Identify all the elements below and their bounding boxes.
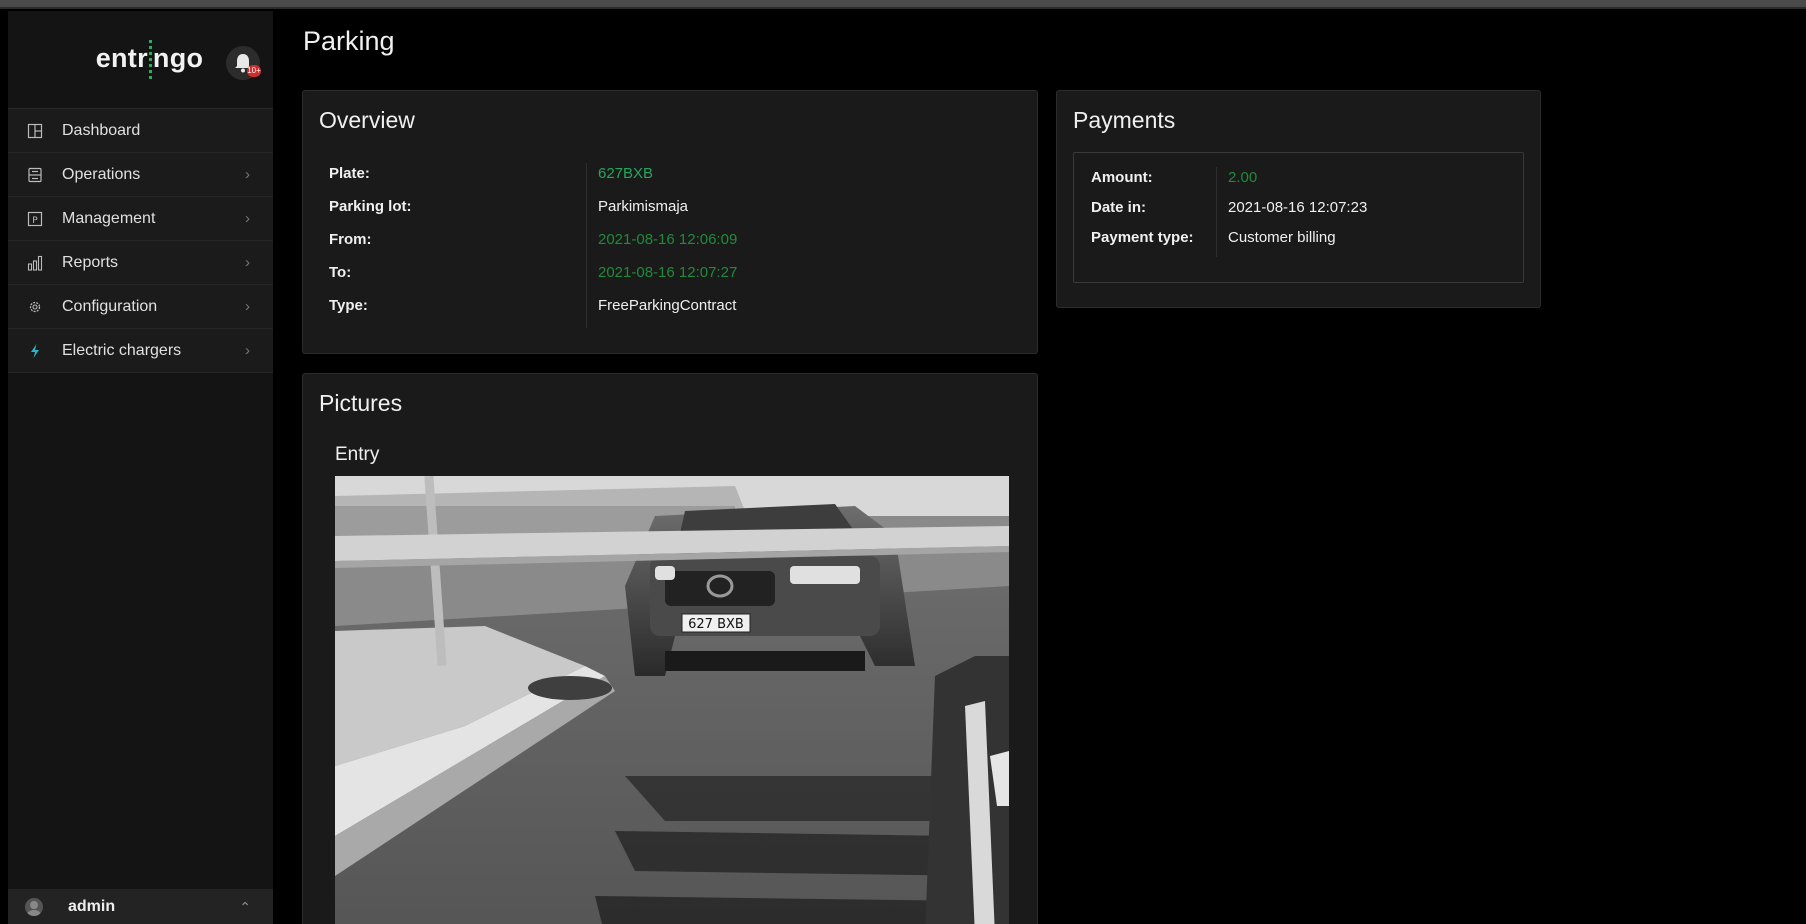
detail-key: Plate: (329, 165, 370, 182)
entry-camera-image[interactable]: 627 BXB (335, 476, 1009, 924)
plate-value: 627BXB (586, 163, 653, 196)
detail-key: Date in: (1091, 199, 1147, 216)
detail-key: Payment type: (1091, 229, 1194, 246)
photo-plate-text: 627 BXB (688, 617, 744, 632)
overview-title: Overview (319, 107, 415, 133)
notification-count-badge: 10+ (247, 65, 261, 77)
overview-row-plate: Plate: 627BXB (329, 163, 737, 196)
brand-header: entr ngo 10+ (8, 11, 273, 109)
date-in-value: 2021-08-16 12:07:23 (1216, 197, 1367, 227)
detail-key: Amount: (1091, 169, 1153, 186)
detail-key: Type: (329, 297, 368, 314)
user-menu[interactable]: admin ⌃ (8, 889, 273, 924)
sidebar-item-label: Electric chargers (62, 341, 182, 359)
notifications-button[interactable]: 10+ (226, 46, 261, 80)
overview-row-from: From: 2021-08-16 12:06:09 (329, 229, 737, 262)
chevron-right-icon: › (245, 166, 250, 183)
logo-dotted-i (148, 39, 152, 80)
payments-card: Payments Amount: 2.00 Date in: 2021-08-1… (1056, 90, 1541, 308)
overview-row-to: To: 2021-08-16 12:07:27 (329, 262, 737, 295)
operations-icon (26, 166, 44, 184)
entry-picture-label: Entry (335, 444, 380, 465)
sidebar-item-label: Configuration (62, 297, 158, 315)
sidebar-item-label: Management (62, 209, 156, 227)
window-top-border-inner (0, 7, 1806, 9)
lightning-icon (26, 342, 44, 360)
payment-row-date-in: Date in: 2021-08-16 12:07:23 (1091, 197, 1367, 227)
chevron-right-icon: › (245, 254, 250, 271)
sidebar: entr ngo 10+ Dashboard Operations › P Man… (8, 11, 273, 924)
dashboard-icon (26, 122, 44, 140)
page-title: Parking (303, 26, 395, 56)
overview-row-parking-lot: Parking lot: Parkimismaja (329, 196, 737, 229)
sidebar-item-label: Dashboard (62, 121, 141, 139)
payment-row-amount: Amount: 2.00 (1091, 167, 1257, 197)
sidebar-item-electric-chargers[interactable]: Electric chargers › (8, 329, 273, 373)
logo-text-pre: entr (95, 42, 148, 73)
sidebar-item-operations[interactable]: Operations › (8, 153, 273, 197)
user-avatar-icon (25, 897, 43, 916)
detail-key: From: (329, 231, 372, 248)
sidebar-item-label: Operations (62, 165, 141, 183)
overview-details: Plate: 627BXB Parking lot: Parkimismaja … (329, 163, 737, 328)
payment-type-value: Customer billing (1216, 227, 1336, 257)
sidebar-item-configuration[interactable]: Configuration › (8, 285, 273, 329)
chevron-up-icon: ⌃ (239, 899, 251, 915)
payment-row-type: Payment type: Customer billing (1091, 227, 1336, 257)
to-value: 2021-08-16 12:07:27 (586, 262, 737, 295)
sidebar-item-reports[interactable]: Reports › (8, 241, 273, 285)
chevron-right-icon: › (245, 342, 250, 359)
from-value: 2021-08-16 12:06:09 (586, 229, 737, 262)
detail-key: Parking lot: (329, 198, 412, 215)
parking-lot-value: Parkimismaja (586, 196, 688, 229)
svg-text:P: P (32, 216, 38, 226)
bar-chart-icon (26, 254, 44, 272)
user-name: admin (68, 897, 116, 915)
payments-title: Payments (1073, 107, 1176, 133)
overview-row-type: Type: FreeParkingContract (329, 295, 737, 328)
chevron-right-icon: › (245, 210, 250, 227)
chevron-right-icon: › (245, 298, 250, 315)
type-value: FreeParkingContract (586, 295, 736, 328)
detail-key: To: (329, 264, 352, 281)
amount-value: 2.00 (1216, 167, 1257, 197)
sidebar-item-dashboard[interactable]: Dashboard (8, 109, 273, 153)
payment-record: Amount: 2.00 Date in: 2021-08-16 12:07:2… (1073, 152, 1524, 283)
gear-icon (26, 298, 44, 316)
overview-card: Overview Plate: 627BXB Parking lot: Park… (302, 90, 1038, 354)
pictures-card: Pictures Entry 627 BXB (302, 373, 1038, 924)
sidebar-item-management[interactable]: P Management › (8, 197, 273, 241)
parking-p-icon: P (26, 210, 44, 228)
sidebar-item-label: Reports (62, 253, 119, 271)
logo-text-post: ngo (152, 42, 204, 73)
pictures-title: Pictures (319, 390, 403, 416)
entry-photo-drawing: 627 BXB (335, 476, 1009, 924)
entringo-logo[interactable]: entr ngo (95, 39, 204, 80)
